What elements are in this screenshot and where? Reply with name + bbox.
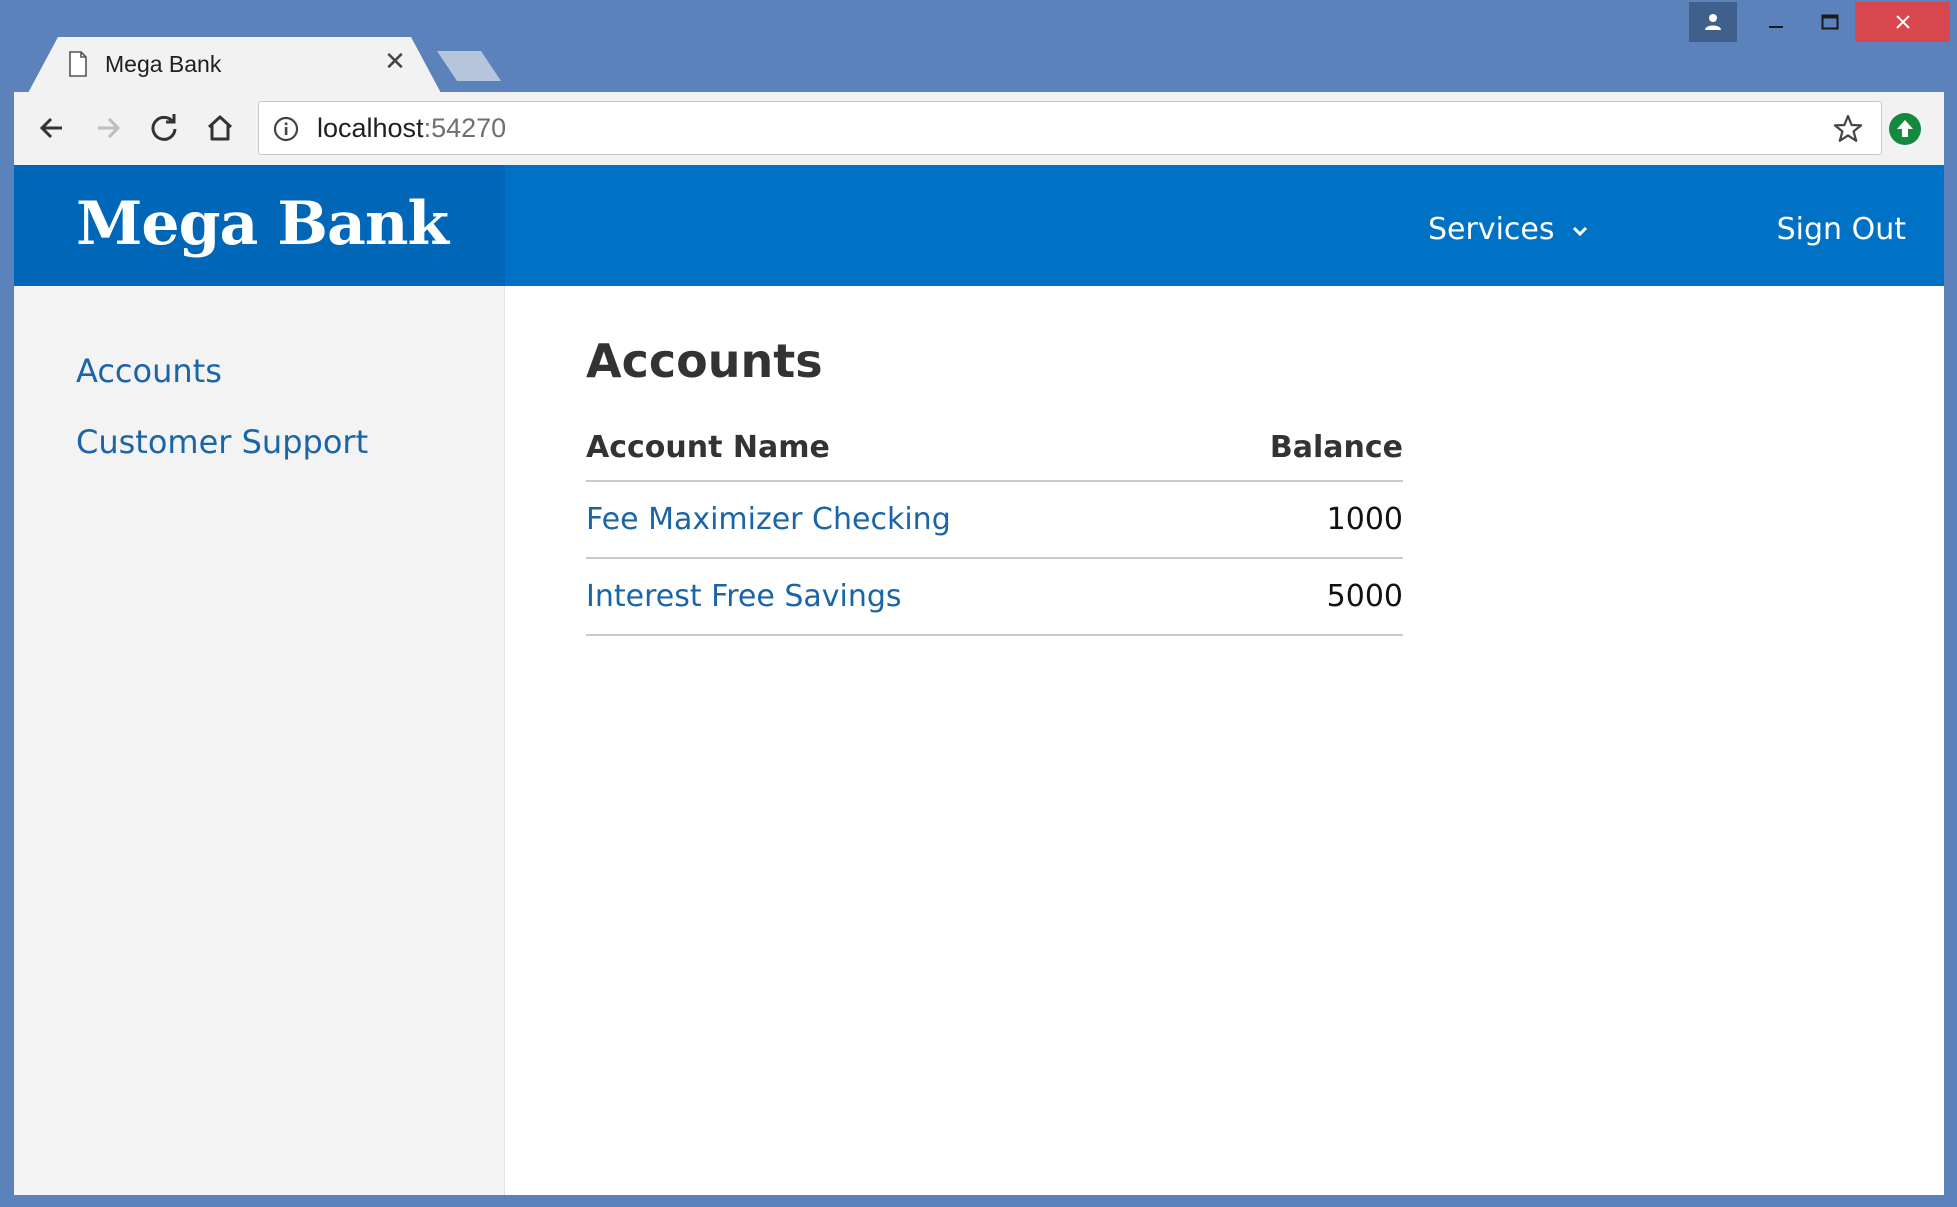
maximize-icon bbox=[1821, 14, 1839, 30]
url-port: :54270 bbox=[423, 113, 507, 143]
page-title: Accounts bbox=[586, 334, 823, 388]
address-bar[interactable]: localhost:54270 bbox=[258, 101, 1882, 155]
table-header: Account Name Balance bbox=[586, 416, 1403, 482]
url-host: localhost bbox=[317, 113, 424, 143]
minimize-button[interactable] bbox=[1747, 2, 1805, 42]
account-link[interactable]: Interest Free Savings bbox=[586, 579, 902, 614]
new-tab-button[interactable] bbox=[437, 51, 501, 81]
services-menu[interactable]: Services bbox=[1428, 212, 1588, 247]
browser-tab[interactable]: Mega Bank ✕ bbox=[28, 37, 441, 93]
browser-toolbar: localhost:54270 bbox=[14, 92, 1944, 165]
info-icon[interactable] bbox=[273, 116, 299, 142]
window-close-icon bbox=[1895, 15, 1910, 29]
star-icon[interactable] bbox=[1832, 113, 1864, 145]
site-logo[interactable]: Mega Bank bbox=[76, 189, 449, 259]
window-titlebar: Mega Bank ✕ bbox=[0, 0, 1957, 93]
home-icon bbox=[207, 115, 233, 141]
sidebar-item-accounts[interactable]: Accounts bbox=[76, 352, 222, 390]
services-label: Services bbox=[1428, 212, 1555, 247]
accounts-table: Account Name Balance Fee Maximizer Check… bbox=[586, 416, 1403, 636]
account-balance: 5000 bbox=[1326, 579, 1403, 614]
reload-button[interactable] bbox=[146, 110, 182, 146]
close-icon[interactable]: ✕ bbox=[381, 47, 409, 75]
main-content: Accounts Account Name Balance Fee Maximi… bbox=[505, 286, 1944, 1195]
back-button[interactable] bbox=[34, 110, 70, 146]
tab-title: Mega Bank bbox=[105, 51, 222, 77]
sidebar: Accounts Customer Support bbox=[14, 286, 505, 1195]
sidebar-item-customer-support[interactable]: Customer Support bbox=[76, 423, 368, 461]
account-link[interactable]: Fee Maximizer Checking bbox=[586, 502, 951, 537]
person-icon bbox=[1705, 14, 1721, 30]
forward-button[interactable] bbox=[90, 110, 126, 146]
brand-block: Mega Bank bbox=[14, 165, 505, 286]
column-header-balance: Balance bbox=[1269, 430, 1403, 465]
account-balance: 1000 bbox=[1326, 502, 1403, 537]
chevron-down-icon bbox=[1573, 226, 1588, 236]
profile-button[interactable] bbox=[1689, 2, 1737, 42]
home-button[interactable] bbox=[202, 110, 238, 146]
file-icon bbox=[69, 51, 87, 77]
update-icon[interactable] bbox=[1888, 112, 1922, 146]
url-text[interactable]: localhost:54270 bbox=[317, 113, 506, 144]
forward-arrow-icon bbox=[98, 117, 121, 139]
maximize-button[interactable] bbox=[1801, 2, 1859, 42]
back-arrow-icon bbox=[39, 117, 62, 139]
window-close-button[interactable] bbox=[1855, 2, 1950, 42]
table-row: Interest Free Savings 5000 bbox=[586, 559, 1403, 636]
table-row: Fee Maximizer Checking 1000 bbox=[586, 482, 1403, 559]
site-header: Mega Bank Services Sign Out bbox=[14, 165, 1944, 286]
column-header-account-name: Account Name bbox=[586, 430, 830, 465]
web-page: Mega Bank Services Sign Out Accounts Cus… bbox=[14, 165, 1944, 1195]
sign-out-link[interactable]: Sign Out bbox=[1777, 212, 1906, 247]
minimize-icon bbox=[1769, 26, 1783, 28]
reload-icon bbox=[151, 114, 177, 141]
